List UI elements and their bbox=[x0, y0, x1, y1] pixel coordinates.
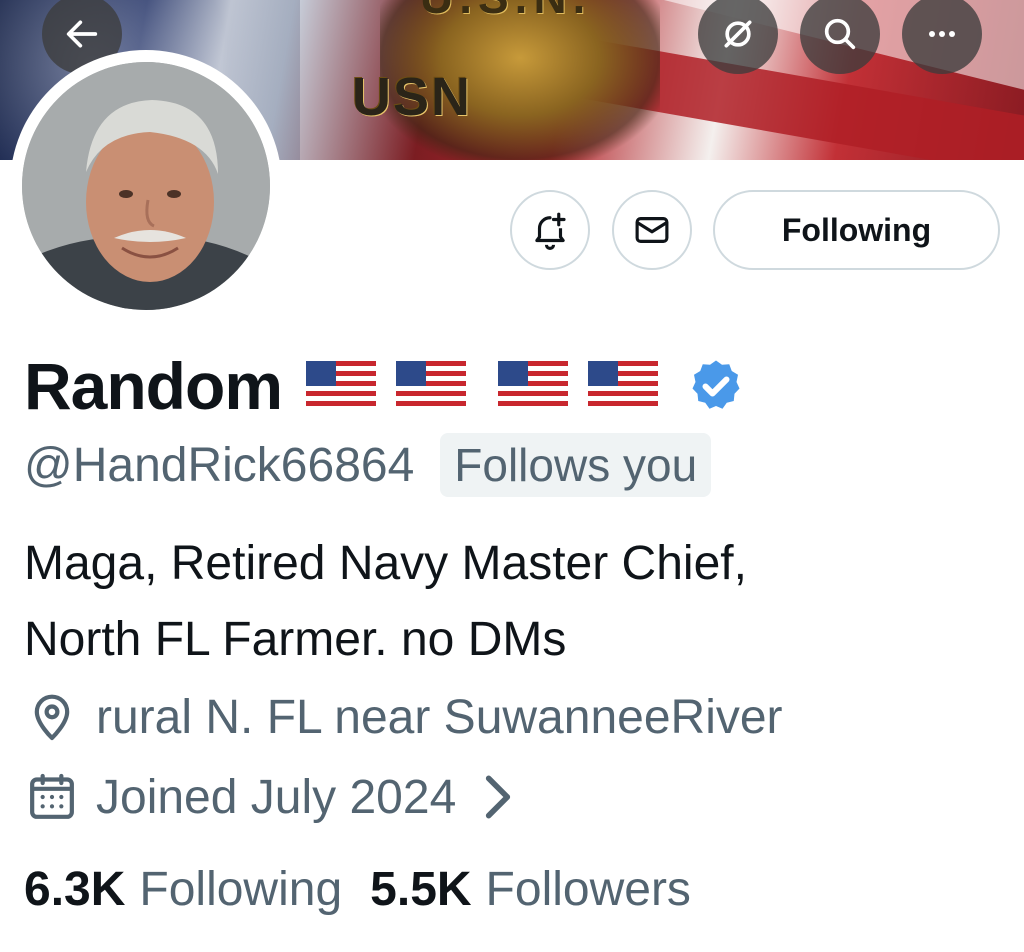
us-flag-icon bbox=[588, 361, 658, 411]
bio-line: Maga, Retired Navy Master Chief, bbox=[24, 537, 747, 590]
us-flag-icon bbox=[396, 361, 466, 411]
verified-badge-icon[interactable] bbox=[686, 356, 746, 416]
joined-text: Joined July 2024 bbox=[96, 770, 457, 824]
following-stat[interactable]: 6.3K Following bbox=[24, 862, 342, 917]
chevron-right-icon bbox=[486, 775, 511, 819]
message-button[interactable] bbox=[612, 190, 692, 270]
profile-bio: Maga, Retired Navy Master Chief, North F… bbox=[24, 526, 1004, 678]
display-name: Random bbox=[24, 349, 283, 423]
location-row: rural N. FL near SuwanneeRiver bbox=[24, 686, 783, 748]
follow-stats: 6.3K Following 5.5K Followers bbox=[24, 862, 691, 924]
calendar-icon bbox=[30, 773, 74, 819]
followers-stat[interactable]: 5.5K Followers bbox=[370, 862, 691, 917]
banner-top-text: U.S.N. bbox=[420, 0, 591, 24]
arrow-left-icon bbox=[66, 20, 98, 48]
follows-you-badge: Follows you bbox=[440, 433, 712, 497]
joined-row[interactable]: Joined July 2024 bbox=[24, 766, 542, 828]
us-flag-icon bbox=[498, 361, 568, 411]
bio-line: North FL Farmer. no DMs bbox=[24, 613, 567, 666]
avatar[interactable] bbox=[22, 62, 270, 310]
location-pin-icon bbox=[34, 694, 70, 741]
followers-count: 5.5K bbox=[370, 863, 472, 916]
profile-page: U.S.N. USN bbox=[0, 0, 1024, 952]
following-button[interactable]: Following bbox=[713, 190, 1000, 270]
handle-row: @HandRick66864 Follows you bbox=[24, 430, 712, 500]
name-row: Random bbox=[24, 348, 746, 424]
avatar-ring[interactable] bbox=[10, 50, 282, 322]
envelope-icon bbox=[635, 217, 669, 243]
user-handle: @HandRick66864 bbox=[24, 438, 415, 492]
more-horizontal-icon bbox=[929, 31, 955, 37]
banner-usn-text: USN bbox=[352, 67, 473, 127]
us-flag-icon bbox=[306, 361, 376, 411]
grok-icon bbox=[724, 20, 752, 48]
search-icon bbox=[824, 18, 856, 50]
location-text: rural N. FL near SuwanneeRiver bbox=[96, 690, 783, 744]
followers-label: Followers bbox=[485, 863, 691, 916]
bell-plus-icon bbox=[535, 212, 566, 250]
notify-button[interactable] bbox=[510, 190, 590, 270]
following-count: 6.3K bbox=[24, 863, 126, 916]
avatar-portrait bbox=[22, 62, 270, 310]
following-label: Following bbox=[139, 863, 343, 916]
